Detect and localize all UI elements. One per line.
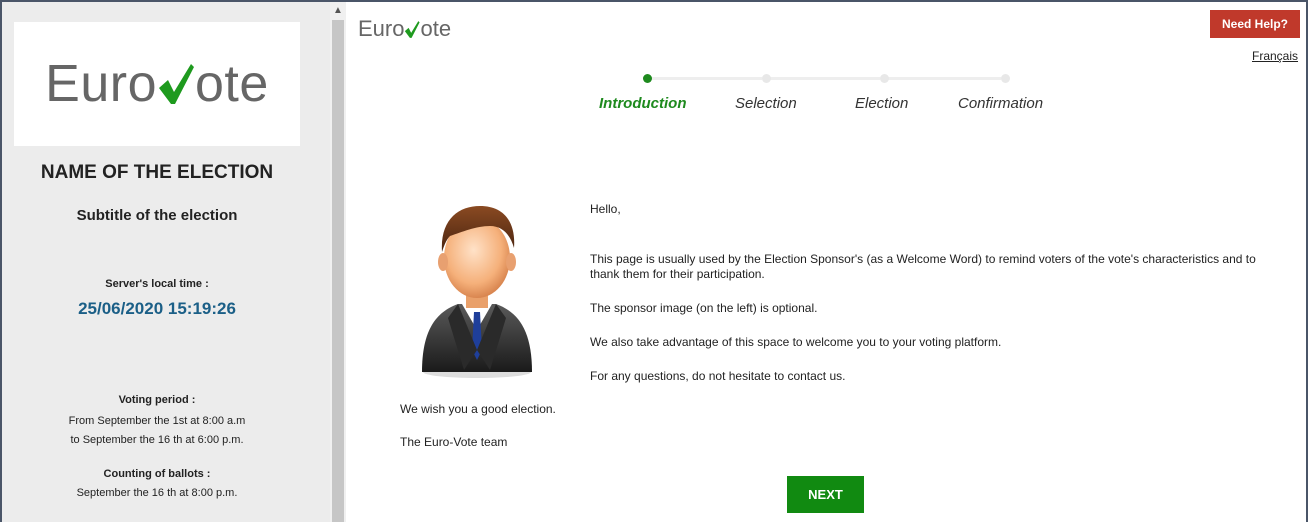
step-confirmation: Confirmation <box>958 95 1044 112</box>
step-dot-introduction <box>643 74 652 83</box>
scroll-up-arrow-icon[interactable]: ▲ <box>330 2 346 18</box>
step-dot-selection <box>762 74 771 83</box>
step-dot-confirmation <box>1001 74 1010 83</box>
step-introduction: Introduction <box>599 95 687 112</box>
election-subtitle: Subtitle of the election <box>76 207 238 224</box>
logo-prefix: Euro <box>358 16 405 41</box>
language-link[interactable]: Français <box>1252 49 1298 63</box>
greeting: Hello, <box>590 202 621 216</box>
server-time-value: 25/06/2020 15:19:26 <box>78 299 236 318</box>
sidebar-logo: Euro ote <box>14 22 300 146</box>
paragraph-4: For any questions, do not hesitate to co… <box>590 369 846 383</box>
step-dot-election <box>880 74 889 83</box>
need-help-button[interactable]: Need Help? <box>1210 10 1300 38</box>
voting-period-to: to September the 16 th at 6:00 p.m. <box>70 434 244 446</box>
progress-steps: Introduction Selection Election Confirma… <box>592 72 1062 122</box>
server-time-label: Server's local time : <box>105 278 209 290</box>
counting-value: September the 16 th at 8:00 p.m. <box>76 487 238 499</box>
paragraph-2: The sponsor image (on the left) is optio… <box>590 301 818 315</box>
main-content: Euro ote Need Help? Français Introduction… <box>346 2 1306 522</box>
step-connector <box>767 77 880 80</box>
scroll-thumb[interactable] <box>332 20 344 522</box>
sidebar-scrollbar[interactable]: ▲ <box>330 2 346 522</box>
header-logo: Euro ote <box>358 16 451 42</box>
counting-label: Counting of ballots : <box>103 468 211 480</box>
step-connector <box>885 77 1001 80</box>
voting-period-label: Voting period : <box>118 394 196 406</box>
logo-prefix: Euro <box>45 55 158 113</box>
step-election: Election <box>855 95 909 112</box>
logo-suffix: ote <box>195 55 269 113</box>
step-connector <box>645 77 762 80</box>
checkmark-icon <box>159 64 195 104</box>
checkmark-icon <box>405 20 421 38</box>
sidebar: Euro ote NAME OF THE ELECTION Subtitle of… <box>2 2 330 522</box>
step-selection: Selection <box>735 95 797 112</box>
logo-suffix: ote <box>420 16 452 41</box>
signature-text: The Euro-Vote team <box>400 435 508 449</box>
election-name: NAME OF THE ELECTION <box>40 162 274 183</box>
next-button[interactable]: NEXT <box>787 476 864 513</box>
sponsor-avatar-icon <box>422 206 532 378</box>
app-frame: Euro ote NAME OF THE ELECTION Subtitle of… <box>0 0 1308 522</box>
voting-period-from: From September the 1st at 8:00 a.m <box>68 415 246 427</box>
wish-text: We wish you a good election. <box>400 402 556 416</box>
paragraph-3: We also take advantage of this space to … <box>590 335 1002 349</box>
paragraph-1: This page is usually used by the Electio… <box>590 252 1256 281</box>
